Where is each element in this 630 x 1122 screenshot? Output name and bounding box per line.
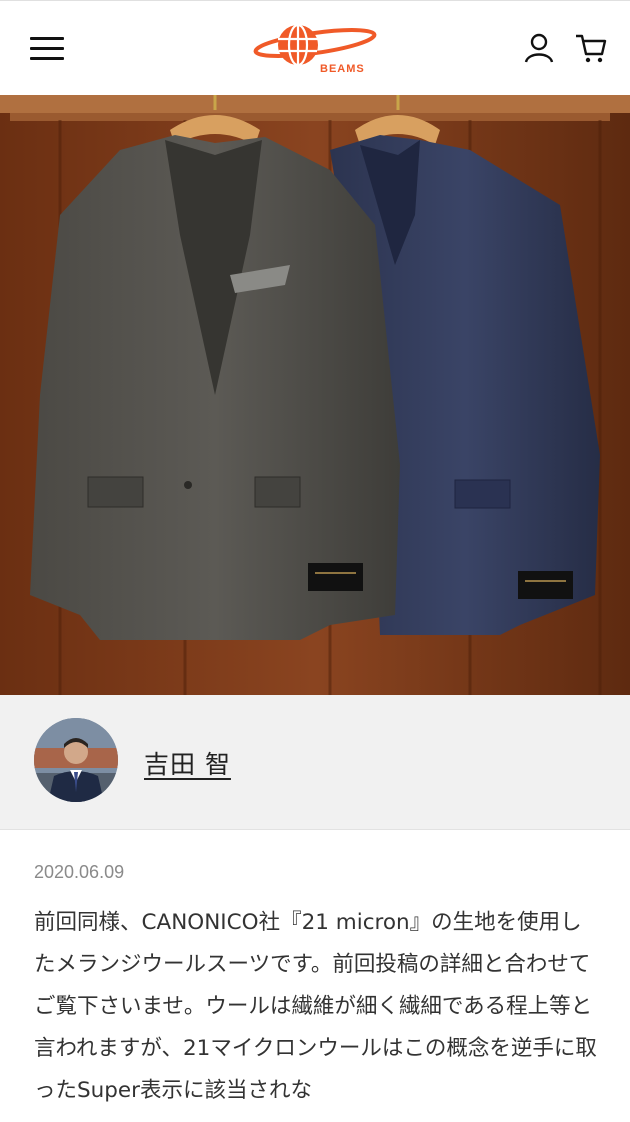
hamburger-menu-icon[interactable] (30, 37, 64, 61)
author-avatar[interactable] (34, 718, 118, 802)
user-icon[interactable] (523, 32, 555, 64)
logo-wordmark: BEAMS (320, 63, 365, 75)
beams-logo[interactable]: BEAMS (250, 19, 380, 77)
site-header: BEAMS (0, 0, 630, 95)
post-body-text: 前回同様、CANONICO社『21 micron』の生地を使用したメランジウール… (34, 910, 597, 1103)
hero-image-suits (0, 95, 630, 695)
post-date: 2020.06.09 (34, 862, 125, 882)
author-name-link[interactable]: 吉田 智 (144, 745, 231, 781)
cart-icon[interactable] (574, 32, 608, 64)
author-section: 吉田 智 (0, 695, 630, 830)
